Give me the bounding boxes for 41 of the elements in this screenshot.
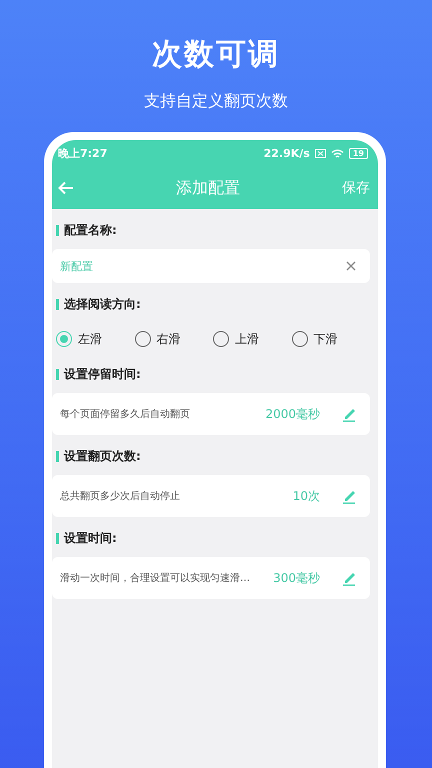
section-label: 配置名称: bbox=[64, 222, 117, 238]
promo-title: 次数可调 bbox=[152, 36, 280, 74]
direction-option[interactable]: 下滑 bbox=[292, 330, 370, 348]
sim-icon bbox=[314, 149, 326, 158]
edit-icon[interactable] bbox=[342, 570, 356, 586]
promo-subtitle: 支持自定义翻页次数 bbox=[144, 91, 288, 112]
section-label: 设置翻页次数: bbox=[64, 448, 141, 464]
page-title: 添加配置 bbox=[175, 178, 241, 198]
option-label: 右滑 bbox=[156, 330, 180, 348]
accent-bar bbox=[56, 532, 59, 544]
status-time: 晚上7:27 bbox=[58, 146, 108, 161]
wifi-icon bbox=[330, 148, 344, 158]
section-label: 设置停留时间: bbox=[64, 366, 141, 382]
close-icon[interactable] bbox=[346, 261, 356, 271]
direction-option[interactable]: 右滑 bbox=[134, 330, 213, 348]
back-arrow-icon[interactable] bbox=[58, 181, 74, 195]
accent-bar bbox=[56, 368, 59, 380]
section-label: 选择阅读方向: bbox=[64, 296, 141, 312]
accent-bar bbox=[56, 224, 59, 236]
setting-value: 10次 bbox=[292, 488, 320, 504]
accent-bar bbox=[56, 298, 59, 310]
option-label: 左滑 bbox=[78, 330, 102, 348]
network-speed: 22.9K/s bbox=[264, 147, 310, 160]
setting-description: 总共翻页多少次后自动停止 bbox=[60, 490, 181, 504]
option-label: 上滑 bbox=[235, 330, 259, 348]
setting-description: 每个页面停留多久后自动翻页 bbox=[60, 408, 191, 422]
section-label: 设置时间: bbox=[64, 530, 117, 546]
setting-value: 2000毫秒 bbox=[265, 406, 320, 422]
radio-icon[interactable] bbox=[134, 331, 150, 347]
battery-indicator: 19 bbox=[348, 148, 368, 159]
radio-icon[interactable] bbox=[213, 331, 229, 347]
edit-icon[interactable] bbox=[342, 488, 356, 504]
direction-option[interactable]: 上滑 bbox=[213, 330, 292, 348]
edit-icon[interactable] bbox=[342, 406, 356, 422]
setting-value: 300毫秒 bbox=[273, 570, 320, 586]
direction-option[interactable]: 左滑 bbox=[56, 330, 134, 348]
accent-bar bbox=[56, 450, 59, 462]
radio-icon[interactable] bbox=[56, 331, 72, 347]
setting-description: 滑动一次时间，合理设置可以实现匀速滑… bbox=[60, 572, 251, 586]
option-label: 下滑 bbox=[314, 330, 338, 348]
radio-icon[interactable] bbox=[292, 331, 308, 347]
